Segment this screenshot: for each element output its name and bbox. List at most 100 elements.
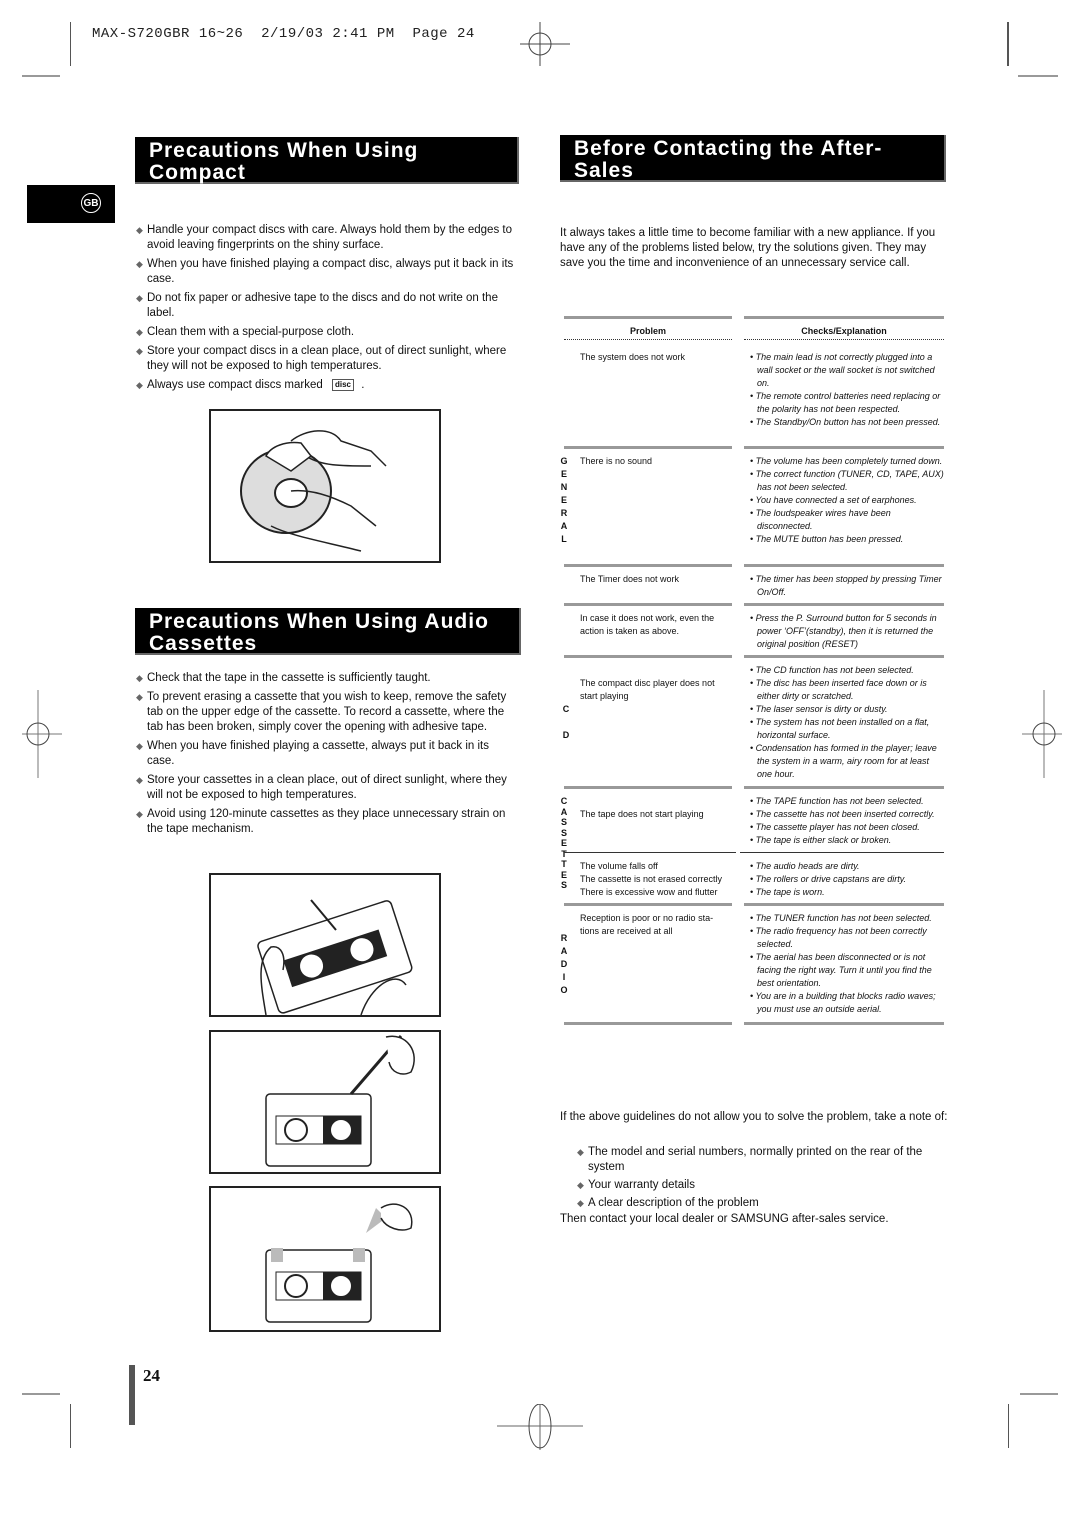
crop-mark-br-h xyxy=(1020,1393,1058,1395)
registration-mark-bottom xyxy=(497,1404,583,1450)
registration-mark-right xyxy=(1022,690,1062,778)
list-item-text: Handle your compact discs with care. Alw… xyxy=(147,224,512,251)
list-item: ◆ The model and serial numbers, normally … xyxy=(577,1145,947,1175)
group-label-cd-d: D xyxy=(562,730,570,740)
page-number: 24 xyxy=(143,1366,160,1385)
crop-mark-bl-v xyxy=(70,1404,71,1448)
checks-cell: • The timer has been stopped by pressing… xyxy=(750,573,944,599)
list-item-text: Check that the tape in the cassette is s… xyxy=(147,672,431,684)
diamond-bullet-icon: ◆ xyxy=(577,1180,584,1190)
group-label-cd-c: C xyxy=(562,704,570,714)
problem-cell: The system does not work xyxy=(580,352,686,362)
check-item: • Condensation has formed in the player;… xyxy=(750,743,937,779)
diamond-bullet-icon: ◆ xyxy=(136,741,143,751)
language-tab: GB xyxy=(27,185,115,223)
list-item: ◆ Store your compact discs in a clean pla… xyxy=(136,344,516,374)
check-item: • The remote control batteries need repl… xyxy=(750,391,941,414)
row-divider xyxy=(564,603,732,606)
diamond-bullet-icon: ◆ xyxy=(136,692,143,702)
problem-cell: Reception is poor or no radio sta-tions … xyxy=(580,913,714,936)
language-badge: GB xyxy=(81,193,101,213)
list-item: ◆ When you have finished playing a casset… xyxy=(136,739,518,769)
crop-mark-tl-v xyxy=(70,22,71,66)
diamond-bullet-icon: ◆ xyxy=(136,673,143,683)
list-item: ◆ Do not fix paper or adhesive tape to th… xyxy=(136,291,516,321)
check-item: • You are in a building that blocks radi… xyxy=(750,991,936,1014)
print-header: MAX-S720GBR 16~26 2/19/03 2:41 PM Page 2… xyxy=(92,26,475,42)
heading-line: Discs xyxy=(149,183,211,206)
checks-cell: • The main lead is not correctly plugged… xyxy=(750,351,944,429)
column-header-problem: Problem xyxy=(564,316,732,340)
row-divider xyxy=(744,603,944,606)
checks-cell: • Press the P. Surround button for 5 sec… xyxy=(750,612,944,651)
table-header: Problem Checks/Explanation xyxy=(560,316,944,342)
list-item-text: A clear description of the problem xyxy=(588,1197,759,1209)
list-item-text: Always use compact discs marked xyxy=(147,379,323,391)
check-item: • The MUTE button has been pressed. xyxy=(750,534,904,544)
group-label-general: GENERAL xyxy=(560,456,568,544)
list-item: ◆ Clean them with a special-purpose cloth… xyxy=(136,325,516,340)
check-item: • Press the P. Surround button for 5 sec… xyxy=(750,613,937,649)
check-item: • The Standby/On button has not been pre… xyxy=(750,417,941,427)
row-divider xyxy=(564,1022,732,1025)
registration-mark-top xyxy=(520,22,570,66)
problem-line: The cassette is not erased correctly xyxy=(580,874,723,884)
row-divider xyxy=(740,852,944,853)
check-item: • The timer has been stopped by pressing… xyxy=(750,574,942,597)
list-item-text: Your warranty details xyxy=(588,1179,695,1191)
diamond-bullet-icon: ◆ xyxy=(136,225,143,235)
group-label-cassettes: CASSETTES xyxy=(560,796,568,890)
list-item-text: Clean them with a special-purpose cloth. xyxy=(147,326,355,338)
check-item: • The disc has been inserted face down o… xyxy=(750,678,927,701)
list-item: ◆ When you have finished playing a compac… xyxy=(136,257,516,287)
row-divider xyxy=(744,786,944,789)
contact-dealer-text: Then contact your local dealer or SAMSUN… xyxy=(560,1213,889,1225)
compact-disc-logo-icon: disc xyxy=(331,378,354,391)
heading-line: Before Contacting the After-Sales xyxy=(574,137,883,182)
group-label-radio: RADIO xyxy=(560,933,568,995)
problem-cell: The volume falls off The cassette is not… xyxy=(580,860,732,899)
list-item-text: When you have finished playing a cassett… xyxy=(147,740,489,767)
check-item: • The tape is worn. xyxy=(750,887,825,897)
page-number-bar xyxy=(129,1365,135,1425)
list-item: ◆ Avoid using 120-minute cassettes as the… xyxy=(136,807,518,837)
list-item: ◆ Check that the tape in the cassette is … xyxy=(136,671,518,686)
diamond-bullet-icon: ◆ xyxy=(136,775,143,785)
diamond-bullet-icon: ◆ xyxy=(577,1147,584,1157)
check-item: • You have connected a set of earphones. xyxy=(750,495,917,505)
diamond-bullet-icon: ◆ xyxy=(136,259,143,269)
list-item-text: To prevent erasing a cassette that you w… xyxy=(147,691,507,733)
cassette-tab-removal-illustration xyxy=(209,1030,441,1174)
list-item: ◆ A clear description of the problem xyxy=(577,1196,947,1211)
problem-cell: The compact disc player does not start p… xyxy=(580,678,715,701)
check-item: • The rollers or drive capstans are dirt… xyxy=(750,874,907,884)
checks-cell: • The volume has been completely turned … xyxy=(750,455,944,546)
list-item: ◆ To prevent erasing a cassette that you … xyxy=(136,690,518,735)
hands-winding-cassette-icon xyxy=(257,899,413,1016)
heading-line: Service xyxy=(574,181,656,204)
row-divider xyxy=(564,903,732,906)
heading-line: Precautions When Using Compact xyxy=(149,139,419,184)
diamond-bullet-icon: ◆ xyxy=(136,293,143,303)
check-item: • The TAPE function has not been selecte… xyxy=(750,796,924,806)
cd-precautions-list: ◆ Handle your compact discs with care. Al… xyxy=(136,223,516,397)
row-divider xyxy=(564,655,732,658)
row-divider xyxy=(564,852,736,853)
diamond-bullet-icon: ◆ xyxy=(136,346,143,356)
problem-line: The volume falls off xyxy=(580,861,658,871)
list-item: ◆ Always use compact discs marked disc . xyxy=(136,378,516,393)
row-divider xyxy=(744,655,944,658)
section-heading-compact-discs: Precautions When Using Compact Discs xyxy=(135,137,519,206)
check-item: • The tape is either slack or broken. xyxy=(750,835,892,845)
cd-cleaning-illustration xyxy=(209,409,441,563)
check-item: • The CD function has not been selected. xyxy=(750,665,914,675)
heading-line: Cassettes xyxy=(149,632,258,655)
cassette-tape-cover-illustration xyxy=(209,1186,441,1332)
row-divider xyxy=(744,903,944,906)
check-item: • The cassette player has not been close… xyxy=(750,822,920,832)
troubleshooting-table: Problem Checks/Explanation xyxy=(560,316,944,342)
list-item: ◆ Store your cassettes in a clean place, … xyxy=(136,773,518,803)
service-intro: It always takes a little time to become … xyxy=(560,227,936,269)
check-item: • The volume has been completely turned … xyxy=(750,456,943,466)
check-item: • The audio heads are dirty. xyxy=(750,861,860,871)
